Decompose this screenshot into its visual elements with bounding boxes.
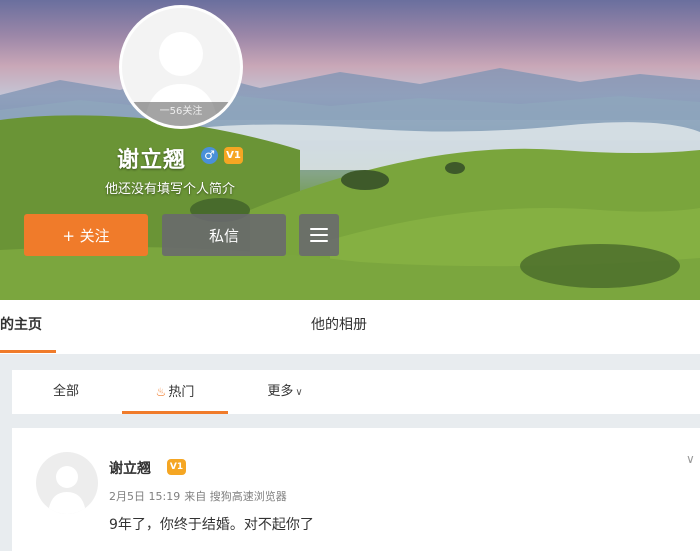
more-menu-button[interactable]: [299, 214, 339, 256]
message-button[interactable]: 私信: [162, 214, 286, 256]
flame-icon: ♨: [155, 385, 167, 399]
vip-level-icon: V1: [224, 147, 243, 164]
avatar-follow-count: 一56关注: [122, 102, 240, 126]
post-author-name[interactable]: 谢立翘: [109, 458, 151, 478]
post-source: 来自 搜狗高速浏览器: [184, 490, 287, 503]
filter-all-tab[interactable]: 全部: [40, 370, 92, 414]
post-card: 谢立翘 V1 2月5日 15:19 来自 搜狗高速浏览器 9年了，你终于结婚。对不…: [12, 428, 700, 551]
follow-button[interactable]: + 关注: [24, 214, 148, 256]
vip-level-icon: V1: [167, 459, 186, 475]
filter-hot-tab[interactable]: ♨ 热门: [122, 370, 228, 414]
post-meta: 2月5日 15:19 来自 搜狗高速浏览器: [109, 488, 291, 504]
profile-nav: 的主页 他的相册: [0, 300, 700, 354]
profile-banner: 一56关注 谢立翘 ♂ V1 他还没有填写个人简介 + 关注 私信: [0, 0, 700, 300]
filter-all-label: 全部: [52, 384, 79, 399]
filter-more-label: 更多: [267, 384, 294, 399]
male-icon: ♂: [201, 147, 218, 164]
default-user-icon: [48, 466, 86, 514]
menu-icon: [310, 228, 328, 242]
profile-bio: 他还没有填写个人简介: [105, 182, 236, 197]
chevron-down-icon[interactable]: ∨: [686, 452, 698, 466]
tab-home[interactable]: 的主页: [0, 300, 56, 353]
feed-filter-bar: 全部 ♨ 热门 更多 ∨: [12, 370, 700, 414]
profile-username: 谢立翘: [117, 148, 187, 173]
filter-hot-label: 热门: [168, 385, 195, 400]
tab-album[interactable]: 他的相册: [311, 300, 367, 350]
chevron-down-icon: ∨: [295, 387, 303, 398]
filter-more-dropdown[interactable]: 更多 ∨: [250, 370, 320, 414]
profile-avatar[interactable]: 一56关注: [119, 5, 243, 129]
post-text: 9年了，你终于结婚。对不起你了: [109, 517, 314, 533]
post-timestamp[interactable]: 2月5日 15:19: [109, 490, 180, 503]
post-avatar[interactable]: [36, 452, 98, 514]
